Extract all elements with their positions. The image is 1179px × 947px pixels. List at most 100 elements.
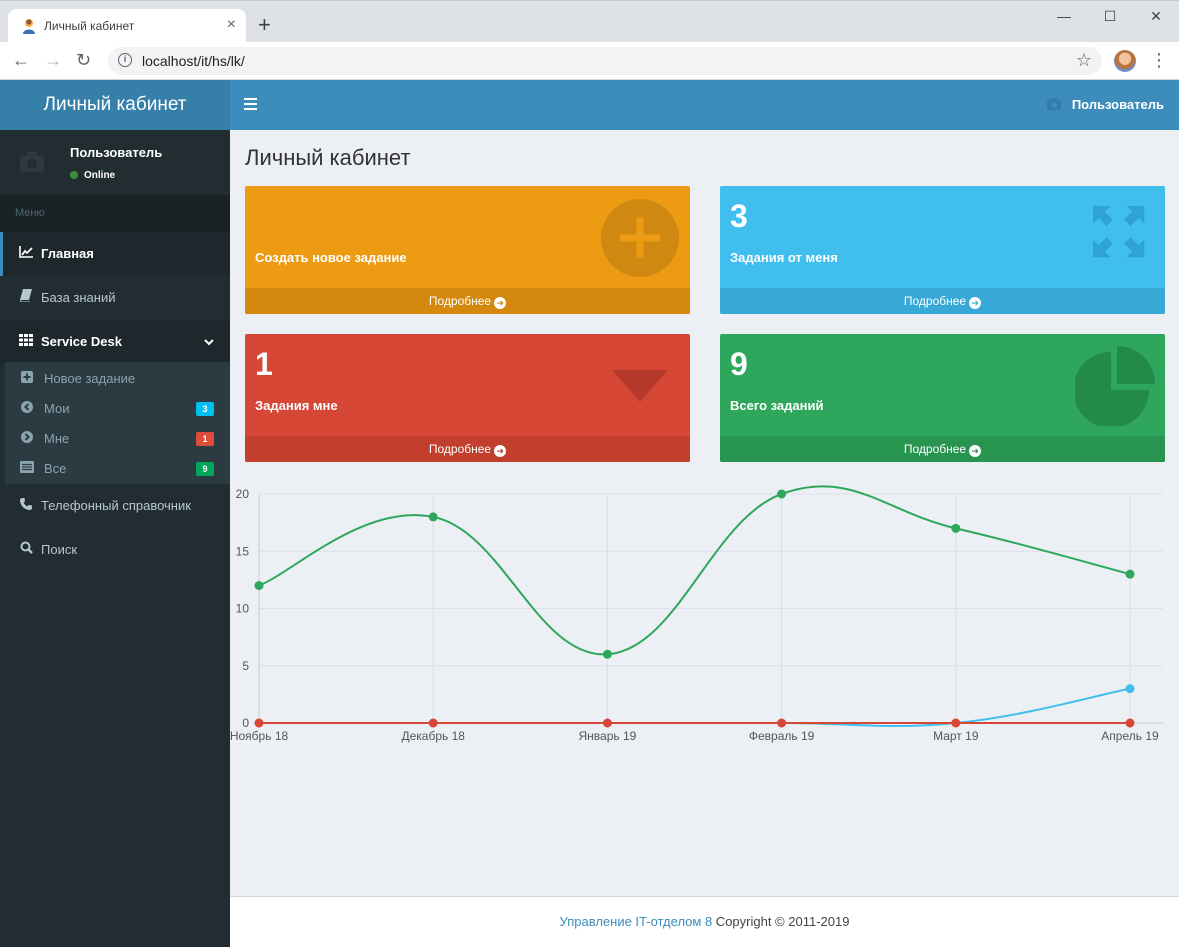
submenu-item-label: Новое задание — [44, 371, 136, 386]
badge-mine: 3 — [196, 402, 214, 416]
browser-tab[interactable]: Личный кабинет × — [8, 9, 246, 43]
submenu-item-all[interactable]: Все 9 — [5, 454, 230, 484]
sidebar-item-label: Главная — [41, 246, 94, 261]
sidebar-item-knowledge-base[interactable]: База знаний — [0, 276, 230, 320]
footer-link[interactable]: Управление IT-отделом 8 — [560, 914, 713, 929]
menu-header: Меню — [0, 195, 230, 232]
box-number: 9 — [730, 346, 748, 382]
series-line-0 — [258, 485, 1131, 656]
sidebar-item-main[interactable]: Главная — [0, 232, 230, 276]
chevron-circle-left-icon — [20, 394, 34, 424]
sidebar-item-phone-directory[interactable]: Телефонный справочник — [0, 484, 230, 528]
browser-toolbar: ← → ↻ i localhost/it/hs/lk/ ☆ ⋮ — [0, 42, 1179, 80]
x-tick-label: Февраль 19 — [749, 729, 815, 743]
arrow-circle-right-icon: ➜ — [969, 297, 982, 309]
pie-chart-icon — [1075, 346, 1155, 426]
sidebar-item-label: База знаний — [41, 290, 116, 305]
submenu-item-to-me[interactable]: Мне 1 — [5, 424, 230, 454]
box-more-link[interactable]: Подробнее ➜ — [720, 288, 1165, 314]
data-point-0 — [1125, 569, 1135, 579]
box-all-tasks: 9 Всего заданий Подробнее ➜ — [720, 334, 1165, 462]
data-point-2 — [951, 718, 961, 728]
arrow-circle-right-icon: ➜ — [969, 445, 982, 457]
sidebar-item-label: Поиск — [41, 542, 78, 557]
reload-icon[interactable]: ↻ — [76, 50, 91, 70]
submenu-item-label: Мне — [44, 431, 70, 446]
list-alt-icon — [20, 454, 34, 484]
box-tasks-from-me: 3 Задания от меня Подробнее ➜ — [720, 186, 1165, 314]
sidebar-toggle-icon[interactable] — [244, 98, 258, 110]
submenu-item-mine[interactable]: Мои 3 — [5, 394, 230, 424]
data-point-2 — [1125, 718, 1135, 728]
y-tick-label: 20 — [236, 487, 250, 501]
sidebar-item-search[interactable]: Поиск — [0, 528, 230, 572]
plus-square-icon — [20, 364, 34, 394]
caret-down-icon — [612, 370, 668, 402]
x-tick-label: Ноябрь 18 — [230, 729, 288, 743]
more-label: Подробнее — [903, 294, 967, 308]
submenu-item-new-task[interactable]: Новое задание — [5, 364, 230, 394]
more-label: Подробнее — [428, 294, 492, 308]
box-more-link[interactable]: Подробнее ➜ — [245, 436, 690, 462]
y-tick-label: 10 — [236, 602, 250, 616]
data-point-2 — [602, 718, 612, 728]
minimize-icon[interactable]: — — [1044, 7, 1084, 25]
window-close-icon[interactable]: ✕ — [1136, 7, 1176, 25]
data-point-2 — [428, 718, 438, 728]
box-number: 3 — [730, 198, 748, 234]
sidebar-item-label: Телефонный справочник — [41, 498, 191, 513]
sidebar-item-service-desk[interactable]: Service Desk — [0, 320, 230, 364]
maximize-icon[interactable]: ☐ — [1090, 7, 1130, 25]
arrows-expand-icon — [1093, 206, 1145, 258]
more-label: Подробнее — [428, 442, 492, 456]
box-create-task: Создать новое задание Подробнее ➜ — [245, 186, 690, 314]
data-point-2 — [777, 718, 787, 728]
info-icon[interactable]: i — [118, 53, 132, 67]
online-dot-icon — [70, 171, 78, 179]
box-label: Задания от меня — [730, 250, 838, 265]
bookmark-star-icon[interactable]: ☆ — [1076, 50, 1092, 71]
address-url[interactable]: localhost/it/hs/lk/ — [142, 53, 245, 69]
address-bar[interactable]: i localhost/it/hs/lk/ ☆ — [108, 47, 1102, 75]
phone-icon — [18, 484, 34, 528]
profile-avatar[interactable] — [1114, 50, 1136, 72]
box-more-link[interactable]: Подробнее ➜ — [245, 288, 690, 314]
submenu-item-label: Мои — [44, 401, 70, 416]
grid-icon — [18, 320, 34, 364]
browser-menu-icon[interactable]: ⋮ — [1150, 50, 1168, 70]
app-logo[interactable]: Личный кабинет — [0, 80, 230, 130]
service-desk-submenu: Новое задание Мои 3 Мне 1 Все 9 — [5, 362, 230, 484]
footer: Управление IT-отделом 8 Copyright © 2011… — [230, 896, 1179, 947]
x-tick-label: Декабрь 18 — [401, 729, 465, 743]
data-point-0 — [951, 523, 961, 533]
data-point-0 — [777, 489, 787, 499]
box-label: Всего заданий — [730, 398, 824, 413]
line-chart-icon — [18, 232, 34, 276]
tab-close-icon[interactable]: × — [227, 16, 236, 34]
user-favicon-icon — [23, 19, 35, 34]
chevron-down-icon — [204, 320, 214, 364]
x-tick-label: Январь 19 — [578, 729, 636, 743]
forward-icon[interactable]: → — [44, 50, 62, 70]
y-tick-label: 5 — [242, 659, 249, 673]
back-icon[interactable]: ← — [12, 50, 30, 70]
data-point-0 — [428, 512, 438, 522]
plus-circle-icon — [601, 199, 679, 277]
box-more-link[interactable]: Подробнее ➜ — [720, 436, 1165, 462]
camera-icon — [1047, 98, 1061, 110]
top-navbar: Пользователь — [230, 80, 1179, 130]
badge-all: 9 — [196, 462, 214, 476]
more-label: Подробнее — [903, 442, 967, 456]
book-icon — [18, 276, 34, 320]
data-point-0 — [254, 581, 264, 591]
page-title: Личный кабинет — [245, 145, 411, 170]
badge-to-me: 1 — [196, 432, 214, 446]
user-status: Online — [70, 170, 115, 181]
new-tab-button[interactable]: + — [258, 13, 271, 37]
y-tick-label: 15 — [236, 544, 250, 558]
header-user-name[interactable]: Пользователь — [1072, 80, 1164, 130]
box-tasks-to-me: 1 Задания мне Подробнее ➜ — [245, 334, 690, 462]
data-point-1 — [1125, 684, 1135, 694]
user-panel: Пользователь Online — [0, 130, 230, 195]
search-icon — [18, 528, 34, 572]
